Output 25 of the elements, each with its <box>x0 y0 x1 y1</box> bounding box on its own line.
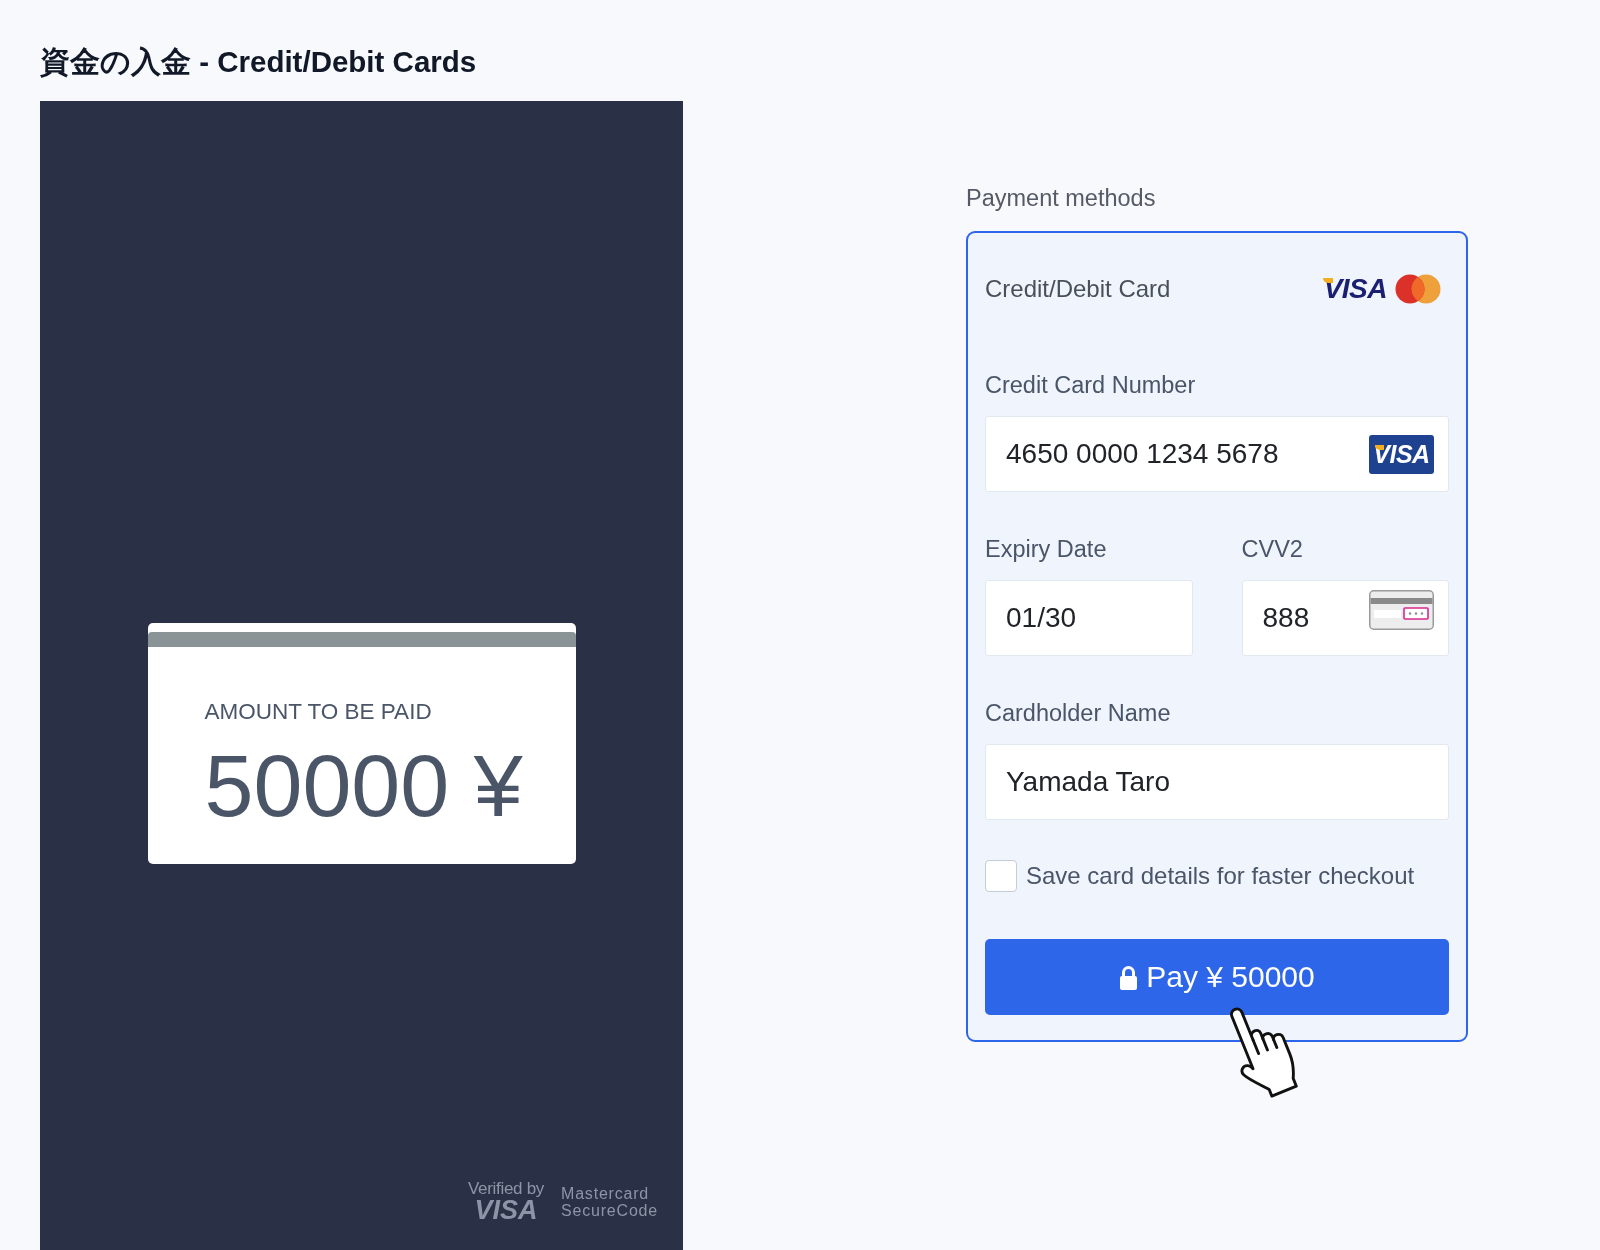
visa-logo: VISA <box>1321 275 1387 303</box>
mastercard-logo-icon <box>1395 274 1441 304</box>
mastercard-wordmark: Mastercard <box>561 1185 650 1202</box>
amount-label: AMOUNT TO BE PAID <box>204 699 432 725</box>
field-label: Credit Card Number <box>985 373 1196 397</box>
verified-by-text: Verified by <box>467 1179 545 1198</box>
lock-icon <box>1119 964 1139 990</box>
visa-wordmark: VISA <box>474 1198 538 1223</box>
securecode-text: SecureCode <box>561 1202 658 1219</box>
field-label: Cardholder Name <box>985 701 1171 725</box>
checkbox-label[interactable]: Save card details for faster checkout <box>1026 862 1415 890</box>
card-number-field[interactable]: 4650 0000 1234 5678 VISA <box>985 416 1449 492</box>
save-card-checkbox[interactable] <box>985 860 1017 892</box>
cvv-field[interactable]: 888 <box>1241 580 1449 656</box>
visa-card-logo: VISA <box>1369 434 1434 474</box>
page-title: 資金の入金 - Credit/Debit Cards <box>40 44 477 80</box>
cardholder-name-field[interactable]: Yamada Taro <box>985 744 1449 820</box>
method-label: Credit/Debit Card <box>985 275 1171 303</box>
amount-value: 50000 ¥ <box>204 741 523 830</box>
field-label: Expiry Date <box>985 537 1107 561</box>
pay-button[interactable]: Pay ¥ 50000 <box>985 939 1449 1015</box>
card-back-icon <box>1369 590 1434 630</box>
field-label: CVV2 <box>1241 537 1303 561</box>
expiry-date-field[interactable]: 01/30 <box>985 580 1193 656</box>
section-heading: Payment methods <box>966 185 1156 211</box>
